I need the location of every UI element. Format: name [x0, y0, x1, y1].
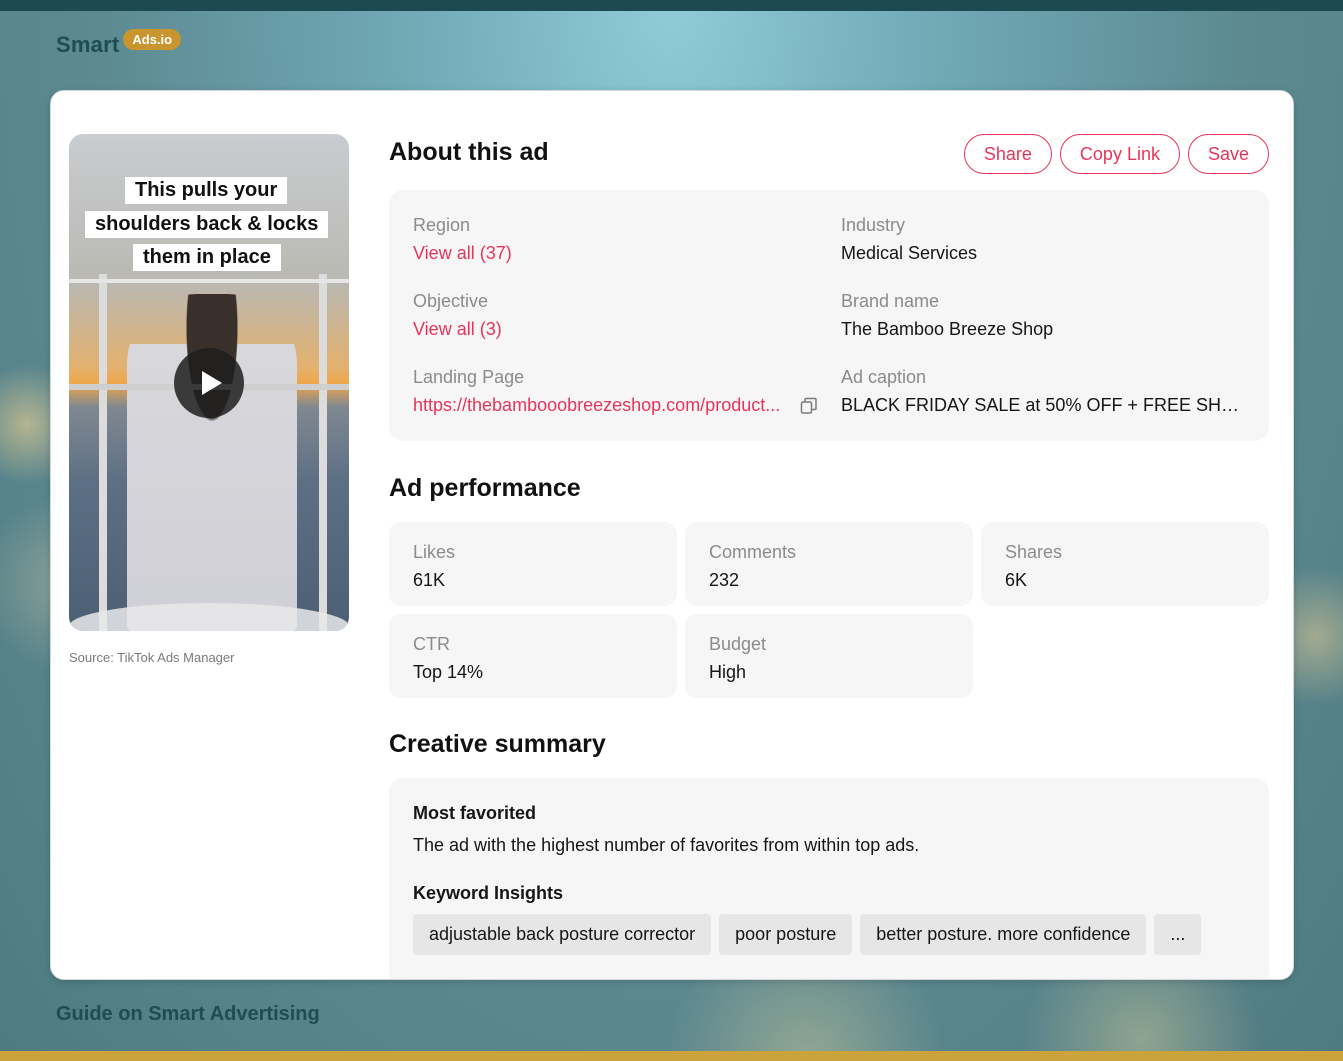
about-title: About this ad — [389, 138, 549, 166]
industry-field: Industry Medical Services — [841, 214, 1251, 264]
copy-link-button[interactable]: Copy Link — [1059, 134, 1180, 174]
brand-name: Smart — [56, 32, 120, 57]
brand-badge: Ads.io — [123, 29, 182, 50]
likes-metric: Likes 61K — [389, 522, 677, 606]
share-button[interactable]: Share — [963, 134, 1052, 174]
person-image — [127, 294, 297, 631]
keyword-chip[interactable]: better posture. more confidence — [860, 914, 1147, 955]
likes-value: 61K — [413, 570, 446, 590]
ad-info-box: Region View all (37) Industry Medical Se… — [389, 190, 1269, 441]
keyword-insights-heading: Keyword Insights — [413, 883, 564, 903]
bottom-bar — [0, 1051, 1343, 1061]
footer-guide-link[interactable]: Guide on Smart Advertising — [56, 1003, 320, 1026]
comments-label: Comments — [709, 542, 797, 562]
likes-label: Likes — [413, 542, 456, 562]
creative-summary-box: Most favorited The ad with the highest n… — [389, 778, 1269, 979]
performance-title: Ad performance — [389, 474, 581, 502]
ctr-value: Top 14% — [413, 662, 484, 682]
play-button[interactable] — [174, 348, 244, 418]
ad-caption-field: Ad caption BLACK FRIDAY SALE at 50% OFF … — [841, 366, 1251, 416]
budget-value: High — [709, 662, 747, 682]
keyword-chip[interactable]: adjustable back posture corrector — [413, 914, 712, 955]
ctr-metric: CTR Top 14% — [389, 614, 677, 698]
top-bar — [0, 0, 1343, 11]
video-wave — [69, 603, 349, 631]
creative-summary-title: Creative summary — [389, 730, 606, 758]
most-favorited-heading: Most favorited — [413, 803, 537, 823]
keyword-chips: adjustable back posture corrector poor p… — [413, 914, 1245, 955]
objective-field: Objective View all (3) — [413, 290, 823, 340]
budget-label: Budget — [709, 634, 767, 654]
shares-value: 6K — [1005, 570, 1028, 590]
comments-metric: Comments 232 — [685, 522, 973, 606]
brand-name-label: Brand name — [841, 291, 940, 311]
copy-icon[interactable] — [799, 396, 819, 416]
ctr-label: CTR — [413, 634, 450, 654]
region-label: Region — [413, 215, 471, 235]
shares-label: Shares — [1005, 542, 1063, 562]
industry-label: Industry — [841, 215, 906, 235]
brand-name-value: The Bamboo Breeze Shop — [841, 319, 1054, 339]
action-buttons: Share Copy Link Save — [963, 134, 1269, 174]
video-caption-line: This pulls your — [125, 177, 288, 204]
landing-page-link[interactable]: https://thebambooobreezeshop.com/product… — [413, 394, 791, 416]
landing-page-field: Landing Page https://thebambooobreezesho… — [413, 366, 823, 416]
brand-name-field: Brand name The Bamboo Breeze Shop — [841, 290, 1251, 340]
shares-metric: Shares 6K — [981, 522, 1269, 606]
rail-post — [99, 274, 107, 631]
most-favorited-text: The ad with the highest number of favori… — [413, 835, 920, 855]
ad-detail-card: This pulls your shoulders back & locks t… — [50, 90, 1294, 980]
video-caption-line: shoulders back & locks — [85, 211, 329, 238]
budget-metric: Budget High — [685, 614, 973, 698]
region-field: Region View all (37) — [413, 214, 823, 264]
ad-caption-label: Ad caption — [841, 367, 927, 387]
landing-page-label: Landing Page — [413, 367, 525, 387]
region-view-all-link[interactable]: View all (37) — [413, 242, 823, 264]
video-caption-line: them in place — [133, 244, 281, 271]
objective-label: Objective — [413, 291, 489, 311]
brand-logo[interactable]: Smart Ads.io — [56, 29, 182, 58]
play-icon — [201, 371, 222, 395]
rail — [69, 279, 349, 283]
ad-caption-value: BLACK FRIDAY SALE at 50% OFF + FREE SHIP… — [841, 395, 1239, 415]
save-button[interactable]: Save — [1187, 134, 1269, 174]
keyword-chip[interactable]: poor posture — [719, 914, 853, 955]
video-thumbnail[interactable]: This pulls your shoulders back & locks t… — [69, 134, 349, 631]
comments-value: 232 — [709, 570, 740, 590]
more-keywords-chip[interactable]: ... — [1154, 914, 1202, 955]
objective-view-all-link[interactable]: View all (3) — [413, 318, 823, 340]
video-source: Source: TikTok Ads Manager — [69, 650, 235, 665]
rail-post — [319, 274, 327, 631]
industry-value: Medical Services — [841, 243, 978, 263]
